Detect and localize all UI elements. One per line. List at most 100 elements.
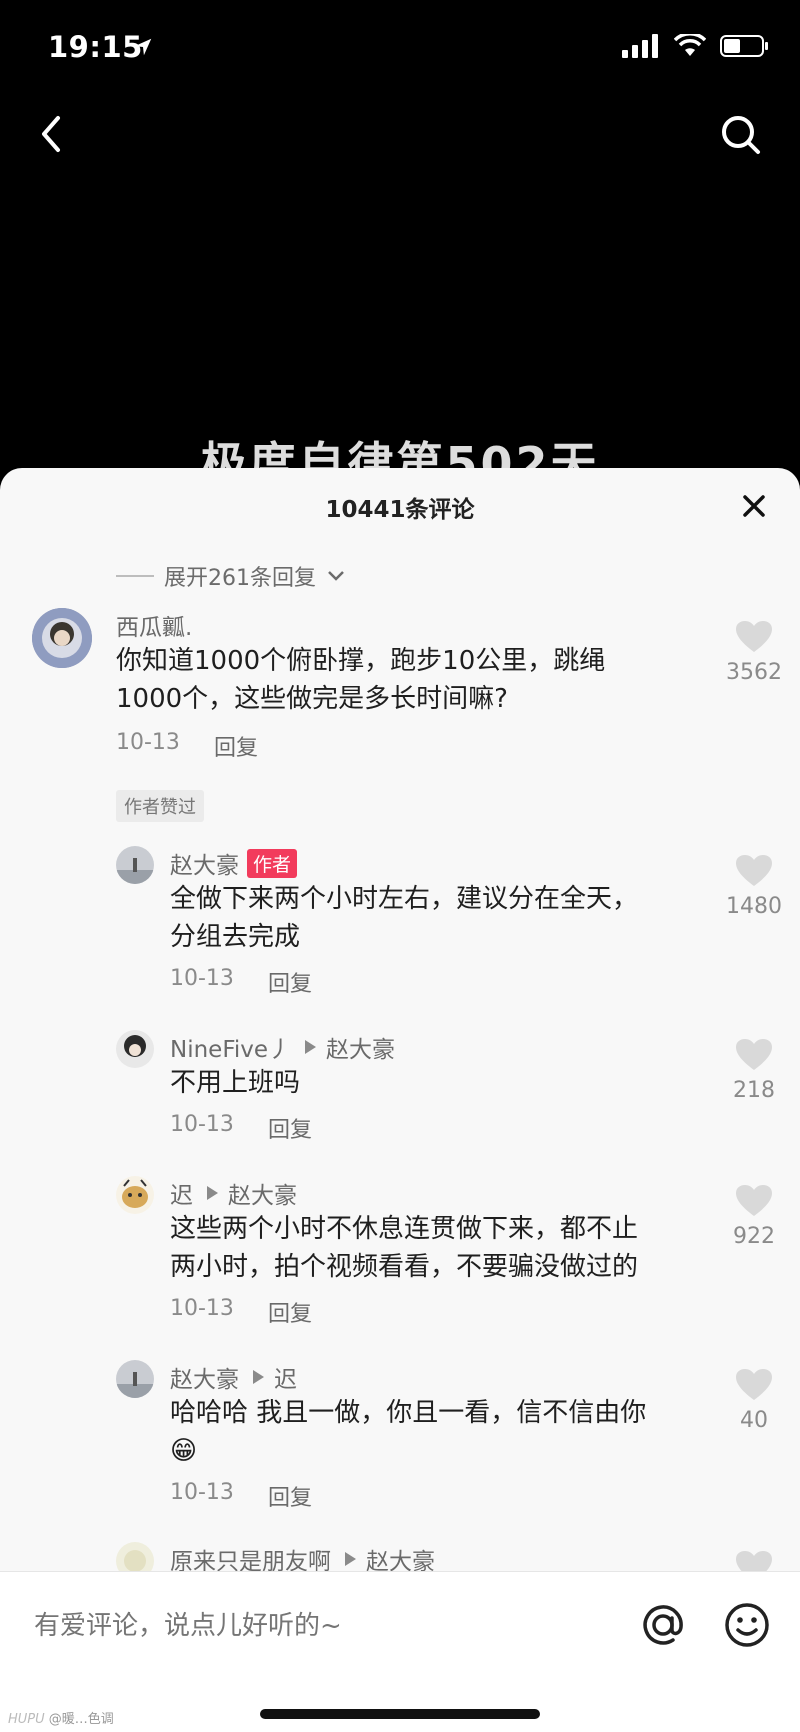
home-indicator[interactable] [260,1709,540,1719]
expand-replies[interactable]: 展开261条回复 [116,560,346,592]
reply-item: 赵大豪 作者 全做下来两个小时左右，建议分在全天， 分组去完成 10-13 回复… [0,846,800,998]
wifi-icon [674,34,706,56]
comment-meta: 10-13 回复 [170,966,312,998]
emoji-button[interactable] [722,1600,772,1650]
comment-text: 这些两个小时不休息连贯做下来，都不止 两小时，拍个视频看看，不要骗没做过的 [170,1210,638,1286]
comment-text-line: 你知道1000个俯卧撑，跑步10公里，跳绳 [116,646,606,676]
like-count: 40 [740,1408,768,1433]
comment-date: 10-13 [170,1296,234,1321]
comment-text-line: 不用上班吗 [170,1068,301,1098]
search-button[interactable] [712,106,772,166]
at-icon [643,1605,683,1645]
comment-count-title: 10441条评论 [325,497,475,523]
comment-date: 10-13 [170,1480,234,1505]
reply-button[interactable]: 回复 [268,1112,312,1144]
comment-date: 10-13 [170,1112,234,1137]
like-button[interactable]: 218 [714,1038,794,1103]
avatar-image [116,1360,154,1398]
avatar[interactable] [116,1176,154,1214]
avatar[interactable] [116,1360,154,1398]
comment-text: 哈哈哈 我且一做，你且一看，信不信由你 😁 [170,1394,646,1470]
comment-text-line: 哈哈哈 我且一做，你且一看，信不信由你 [170,1398,647,1428]
like-count: 922 [733,1224,775,1249]
chevron-left-icon [42,116,60,152]
heart-icon [736,855,772,886]
comment-sheet: 10441条评论 展开261条回复 西瓜瓤. 你知道1000个俯卧撑，跑步10公… [0,468,800,1731]
reply-item: NineFive丿 赵大豪 不用上班吗 10-13 回复 218 [0,1030,800,1143]
reply-to-username[interactable]: 赵大豪 [228,1176,297,1210]
avatar-image [116,846,154,884]
reply-button[interactable]: 回复 [268,966,312,998]
username[interactable]: 迟 [170,1176,193,1210]
comment-date: 10-13 [116,730,180,755]
back-button[interactable] [24,106,84,166]
comment-meta: 10-13 回复 [170,1480,312,1512]
like-count: 3562 [726,660,782,685]
username[interactable]: 赵大豪 [170,1360,239,1394]
like-count: 1480 [726,894,782,919]
grinning-emoji-icon: 😁 [170,1436,198,1466]
like-button[interactable]: 3562 [714,620,794,685]
comment-text-line: 这些两个小时不休息连贯做下来，都不止 [170,1214,639,1244]
reply-arrow-icon [207,1186,218,1200]
reply-item: 迟 赵大豪 这些两个小时不休息连贯做下来，都不止 两小时，拍个视频看看，不要骗没… [0,1176,800,1328]
author-liked-badge: 作者赞过 [116,790,204,822]
cellular-signal-icon [622,34,658,58]
watermark: HUPU @暖…色调 [8,1708,114,1727]
avatar[interactable] [116,846,154,884]
comment-text: 全做下来两个小时左右，建议分在全天， 分组去完成 [170,880,638,956]
location-arrow-icon [134,38,152,56]
search-icon [722,116,760,154]
like-button[interactable]: 1480 [714,854,794,919]
close-icon [743,495,765,517]
chevron-down-icon [328,571,344,581]
reply-button[interactable]: 回复 [268,1480,312,1512]
comment-input-bar: HUPU @暖…色调 [0,1571,800,1732]
avatar-image [32,608,92,668]
comment-text-line: 两小时，拍个视频看看，不要骗没做过的 [170,1252,639,1282]
divider [116,575,154,577]
username[interactable]: NineFive丿 [170,1030,291,1064]
like-button[interactable]: 40 [714,1368,794,1433]
reply-to-username[interactable]: 迟 [274,1360,297,1394]
reply-arrow-icon [253,1370,264,1384]
comment-input[interactable] [32,1600,596,1652]
status-icons [622,34,770,58]
reply-arrow-icon [345,1552,356,1566]
comment-text: 你知道1000个俯卧撑，跑步10公里，跳绳 1000个，这些做完是多长时间嘛? [116,642,605,718]
close-button[interactable] [736,488,772,524]
comment-text-line: 分组去完成 [170,922,301,952]
comment-meta: 10-13 回复 [170,1296,312,1328]
heart-icon [736,1039,772,1070]
status-time: 19:15 [48,30,143,64]
battery-icon [720,35,768,57]
username[interactable]: 赵大豪 [170,846,239,880]
reply-to-username[interactable]: 赵大豪 [326,1030,395,1064]
username[interactable]: 西瓜瓤. [116,608,192,642]
like-button[interactable]: 922 [714,1184,794,1249]
mention-button[interactable] [638,1600,688,1650]
expand-replies-label: 展开261条回复 [164,566,316,591]
reply-button[interactable]: 回复 [268,1296,312,1328]
status-bar: 19:15 [0,0,800,96]
avatar-image [116,1030,154,1068]
emoji-icon [725,1603,769,1647]
heart-icon [736,621,772,652]
reply-button[interactable]: 回复 [214,730,258,762]
watermark-logo: HUPU [8,1712,45,1727]
avatar[interactable] [32,608,92,668]
reply-arrow-icon [305,1040,317,1054]
comment-text: 不用上班吗 [170,1064,300,1102]
comment-item: 西瓜瓤. 你知道1000个俯卧撑，跑步10公里，跳绳 1000个，这些做完是多长… [0,608,800,768]
comment-meta: 10-13 回复 [170,1112,312,1144]
comment-text-line: 1000个，这些做完是多长时间嘛? [116,684,508,714]
reply-item: 赵大豪 迟 哈哈哈 我且一做，你且一看，信不信由你 😁 10-13 回复 40 [0,1360,800,1512]
comment-date: 10-13 [170,966,234,991]
comment-meta: 10-13 回复 [116,730,258,762]
heart-icon [736,1369,772,1400]
watermark-text: @暖…色调 [48,1712,114,1727]
avatar[interactable] [116,1030,154,1068]
heart-icon [736,1185,772,1216]
avatar-image [116,1176,154,1214]
comment-text-line: 全做下来两个小时左右，建议分在全天， [170,884,639,914]
